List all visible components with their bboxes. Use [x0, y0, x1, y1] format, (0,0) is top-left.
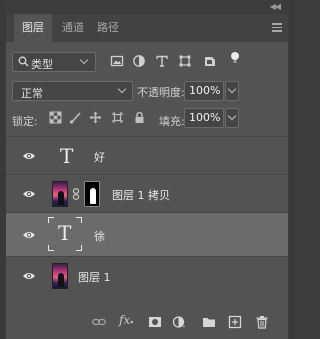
link-layers-icon[interactable] — [92, 315, 106, 329]
adjustment-layer-icon[interactable] — [172, 315, 186, 329]
text-layer-icon: T — [60, 144, 74, 168]
layer-thumbnail — [52, 181, 68, 207]
opacity-dropdown[interactable] — [225, 81, 239, 101]
layer-row-xu[interactable]: T 徐 — [6, 212, 288, 256]
filter-kind-label: 类型 — [31, 58, 53, 71]
layer-row-layer1-copy[interactable]: 图层 1 拷贝 — [6, 174, 288, 212]
chevron-down-icon — [227, 111, 237, 121]
add-mask-icon[interactable] — [148, 315, 162, 329]
image-filter-icon[interactable] — [110, 54, 124, 68]
tab-channels[interactable]: 通道 — [62, 14, 84, 42]
filter-toggle-icon[interactable] — [228, 50, 242, 64]
visibility-eye-icon[interactable] — [22, 189, 36, 199]
tab-bar: 图层 通道 路径 — [6, 14, 288, 42]
fill-input[interactable]: 100% — [184, 108, 224, 128]
layers-bottom-toolbar: fx▾ — [6, 304, 288, 339]
blend-mode-value: 正常 — [21, 87, 43, 100]
lock-label: 锁定: — [12, 115, 38, 128]
tab-layers[interactable]: 图层 — [14, 14, 52, 42]
new-group-icon[interactable] — [202, 315, 216, 329]
layer-row-layer1[interactable]: 图层 1 — [6, 256, 288, 294]
layers-panel: ◀◀ 图层 通道 路径 类型 正常 不透明度: 100% 锁定: 填充: 100… — [0, 0, 293, 339]
filter-kind-select[interactable]: 类型 — [12, 52, 96, 72]
collapse-icon[interactable]: ◀◀ — [270, 2, 281, 11]
lock-fill-row: 锁定: 填充: 100% — [6, 106, 288, 130]
lock-image-pixels-icon[interactable] — [69, 111, 82, 124]
chevron-down-icon — [227, 84, 237, 94]
opacity-label: 不透明度: — [137, 86, 185, 99]
type-filter-icon[interactable] — [155, 54, 169, 68]
layer-thumbnail — [52, 263, 68, 289]
filter-row: 类型 — [6, 48, 288, 74]
text-layer-icon: T — [48, 217, 82, 251]
chevron-down-icon — [79, 55, 89, 65]
visibility-eye-icon[interactable] — [22, 271, 36, 281]
opacity-input[interactable]: 100% — [184, 81, 224, 101]
layer-row-hao[interactable]: T 好 — [6, 136, 288, 174]
lock-all-icon[interactable] — [133, 111, 146, 124]
layer-name: 好 — [94, 151, 105, 164]
layer-name: 图层 1 拷贝 — [112, 189, 170, 202]
lock-position-icon[interactable] — [89, 111, 102, 124]
panel-collapse-bar[interactable]: ◀◀ — [6, 0, 288, 14]
fill-dropdown[interactable] — [225, 108, 239, 128]
shape-filter-icon[interactable] — [178, 54, 192, 68]
panel-menu-icon[interactable] — [272, 23, 282, 32]
visibility-eye-icon[interactable] — [22, 230, 36, 240]
new-layer-icon[interactable] — [228, 315, 242, 329]
layer-name: 图层 1 — [78, 271, 111, 284]
visibility-eye-icon[interactable] — [22, 151, 36, 161]
layer-name: 徐 — [94, 230, 105, 243]
layer-mask-thumbnail[interactable] — [84, 181, 100, 207]
delete-icon[interactable] — [255, 315, 269, 329]
mask-link-icon[interactable] — [72, 188, 80, 200]
search-icon — [18, 56, 29, 70]
smart-object-filter-icon[interactable] — [203, 54, 217, 68]
fill-label: 填充: — [159, 115, 185, 128]
blend-mode-select[interactable]: 正常 — [12, 81, 133, 101]
lock-transparent-pixels-icon[interactable] — [49, 111, 62, 124]
tab-paths[interactable]: 路径 — [97, 14, 119, 42]
lock-artboard-icon[interactable] — [111, 111, 124, 124]
fx-icon[interactable]: fx▾ — [119, 313, 133, 327]
adjustment-filter-icon[interactable] — [132, 54, 146, 68]
chevron-down-icon — [117, 84, 127, 94]
blend-opacity-row: 正常 不透明度: 100% — [6, 78, 288, 102]
